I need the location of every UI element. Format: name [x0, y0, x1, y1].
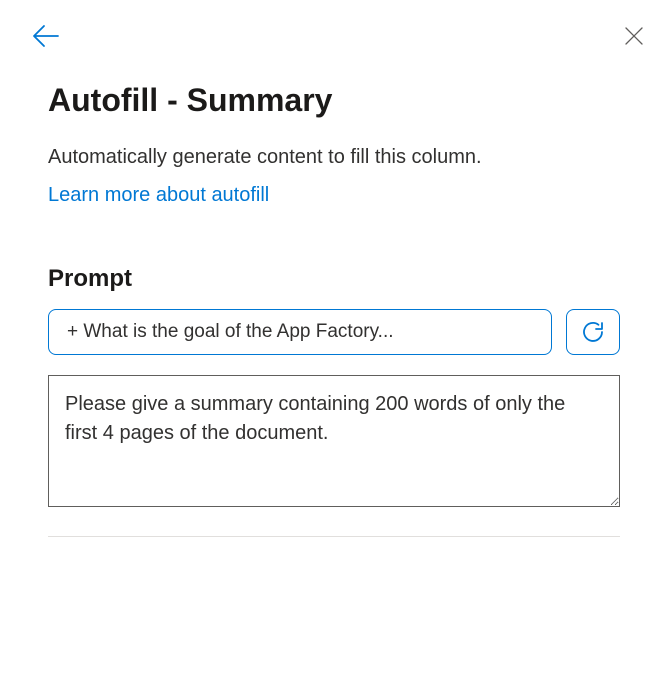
prompt-textarea[interactable] [48, 375, 620, 507]
back-button[interactable] [30, 20, 62, 52]
prompt-section-label: Prompt [48, 265, 620, 293]
refresh-icon [580, 319, 606, 345]
page-description: Automatically generate content to fill t… [48, 143, 620, 172]
arrow-left-icon [30, 20, 62, 52]
refresh-suggestion-button[interactable] [566, 309, 620, 355]
page-title: Autofill - Summary [48, 82, 620, 119]
prompt-suggestion-button[interactable]: + What is the goal of the App Factory... [48, 309, 552, 355]
prompt-suggestion-text: + What is the goal of the App Factory... [67, 321, 394, 343]
close-button[interactable] [620, 22, 648, 50]
close-icon [624, 26, 644, 46]
section-divider [48, 536, 620, 537]
learn-more-link[interactable]: Learn more about autofill [48, 184, 269, 207]
